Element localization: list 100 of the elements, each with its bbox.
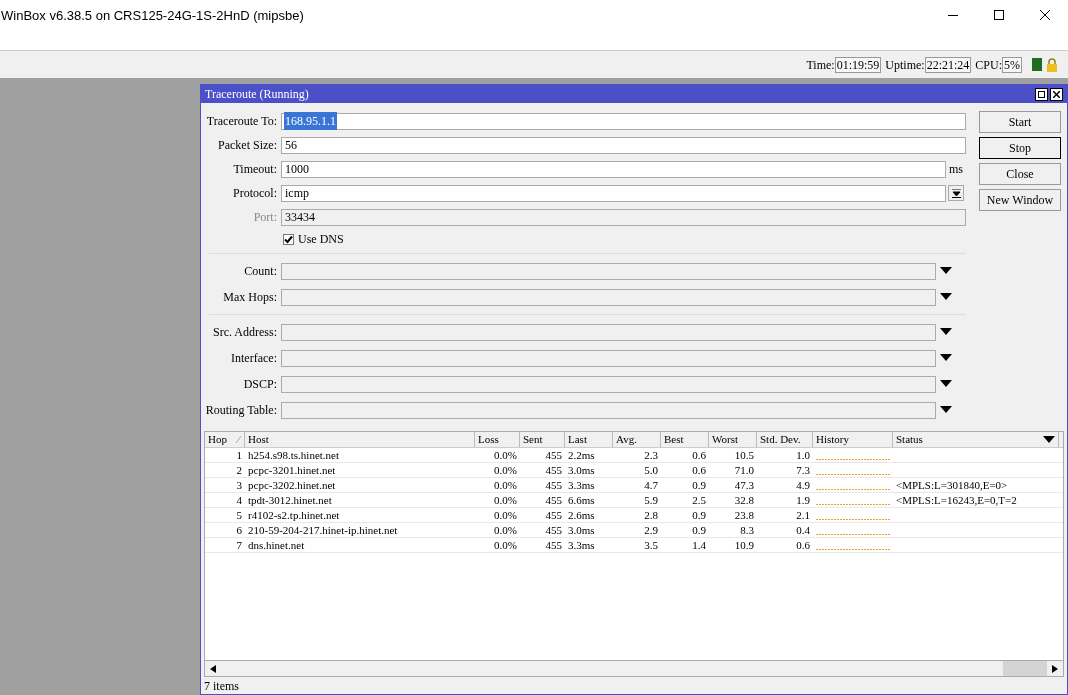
maximize-button[interactable] [1035,87,1048,101]
table-cell-text: <MPLS:L=301840,E=0> [896,477,1008,493]
table-cell-text: 455 [545,477,562,493]
table-cell-text: 0.0% [494,507,517,523]
table-cell-text: 47.3 [734,477,754,493]
dropdown-arrow-icon[interactable] [1043,435,1055,444]
dropdown-button[interactable] [948,185,964,201]
dropdown-arrow-icon[interactable] [940,267,952,275]
field-label: Interface: [231,351,277,365]
close-icon [1053,90,1060,98]
input-field[interactable] [281,323,936,341]
table-cell-text: 0.0% [494,477,517,493]
field-label: Count: [244,264,277,278]
field-label: Max Hops: [223,290,277,304]
table-cell-text: 0.9 [692,507,706,523]
table-cell-text: 455 [545,522,562,538]
table-cell-text: 6 [236,522,242,538]
input-field[interactable] [281,288,936,306]
table-cell-text: 2.3 [644,447,658,463]
checkmark-icon [284,234,293,244]
field-label: Src. Address: [213,325,277,339]
table-cell-text: 4 [236,492,242,508]
dialog-button[interactable]: Close [979,163,1061,185]
table-cell-text: 1.4 [692,537,706,553]
table-cell-text: 0.0% [494,492,517,508]
input-field[interactable] [281,375,936,393]
table-cell-text: 23.8 [734,507,754,523]
table-cell-text: 1 [236,447,242,463]
field-label: Routing Table: [205,403,277,417]
column-header[interactable]: Avg. [613,432,661,447]
column-header[interactable]: Std. Dev. [757,432,813,447]
column-header[interactable]: Host [245,432,475,447]
dialog-button[interactable]: New Window [979,189,1061,211]
table-cell-text: 3.3ms [568,477,595,493]
table-cell-text: 1.0 [796,447,810,463]
column-header[interactable]: Hop [205,432,245,447]
sort-icon [236,436,241,443]
maximize-icon [1038,90,1045,98]
dialog-button[interactable]: Stop [979,137,1061,159]
status-label: Time: [806,56,835,74]
dropdown-arrow-icon[interactable] [940,293,952,301]
column-header[interactable]: Sent [520,432,565,447]
dropdown-arrow-icon[interactable] [940,380,952,388]
table-cell-text: 6.6ms [568,492,595,508]
table-cell-text: r4102-s2.tp.hinet.net [248,507,340,523]
table-cell-text: h254.s98.ts.hinet.net [248,447,340,463]
table-cell-text: 0.9 [692,477,706,493]
input-field[interactable] [281,401,936,419]
dialog-button[interactable]: Start [979,111,1061,133]
status-label: Uptime: [885,56,925,74]
down-arrow-icon [951,188,961,198]
table-cell-text: 3.0ms [568,462,595,478]
column-header[interactable]: Loss [475,432,520,447]
dropdown-arrow-icon[interactable] [940,354,952,362]
table-cell-text: 3 [236,477,242,493]
status-value: 5% [1002,56,1022,73]
field-label: Timeout: [233,162,277,176]
input-field[interactable] [281,349,936,367]
scrollbar-thumb[interactable] [1003,661,1047,676]
input-field[interactable]: 56 [281,136,966,154]
table-cell-text: dns.hinet.net [248,537,305,553]
use-dns-checkbox[interactable] [283,233,294,245]
input-field[interactable]: 1000 [281,160,946,178]
dropdown-arrow-icon[interactable] [940,328,952,336]
table-cell-text: 1.9 [796,492,810,508]
table-cell-text: 2.6ms [568,507,595,523]
dropdown-arrow-icon[interactable] [940,406,952,414]
field-label: Port: [253,210,277,224]
table-cell-text: pcpc-3202.hinet.net [248,477,336,493]
lock-icon [1046,57,1058,72]
minimize-icon [948,14,958,16]
window-title: WinBox v6.38.5 on CRS125-24G-1S-2HnD (mipsbe) [0,7,305,25]
table-cell-text: 0.6 [692,447,706,463]
column-header[interactable]: Best [661,432,709,447]
column-header[interactable]: Status [893,432,1059,447]
table-cell-text: 8.3 [740,522,754,538]
field-label: DSCP: [243,377,277,391]
table-cell-text: 0.0% [494,447,517,463]
table-cell-text: 0.6 [692,462,706,478]
table-cell-text: 5 [236,507,242,523]
input-field[interactable]: 168.95.1.1 [281,112,966,130]
column-header[interactable]: History [813,432,893,447]
maximize-icon [994,10,1004,20]
table-cell-text: 455 [545,462,562,478]
table-cell-text: 32.8 [734,492,754,508]
input-field[interactable]: icmp [281,184,946,202]
table-cell-text: 4.9 [796,477,810,493]
table-cell-text: 2.9 [644,522,658,538]
unit-label: ms [948,161,964,178]
close-button[interactable] [1050,87,1063,101]
table-cell-text: 4.7 [644,477,658,493]
table-cell-text: 2.5 [692,492,706,508]
table-cell-text: <MPLS:L=16243,E=0,T=2 [896,492,1017,508]
column-header[interactable]: Worst [709,432,757,447]
input-field[interactable] [281,262,936,280]
left-arrow-icon [210,664,216,673]
item-count: 7 items [204,677,239,695]
status-indicator-icon [1032,58,1042,71]
column-header[interactable]: Last [565,432,613,447]
table-cell-text: 455 [545,492,562,508]
